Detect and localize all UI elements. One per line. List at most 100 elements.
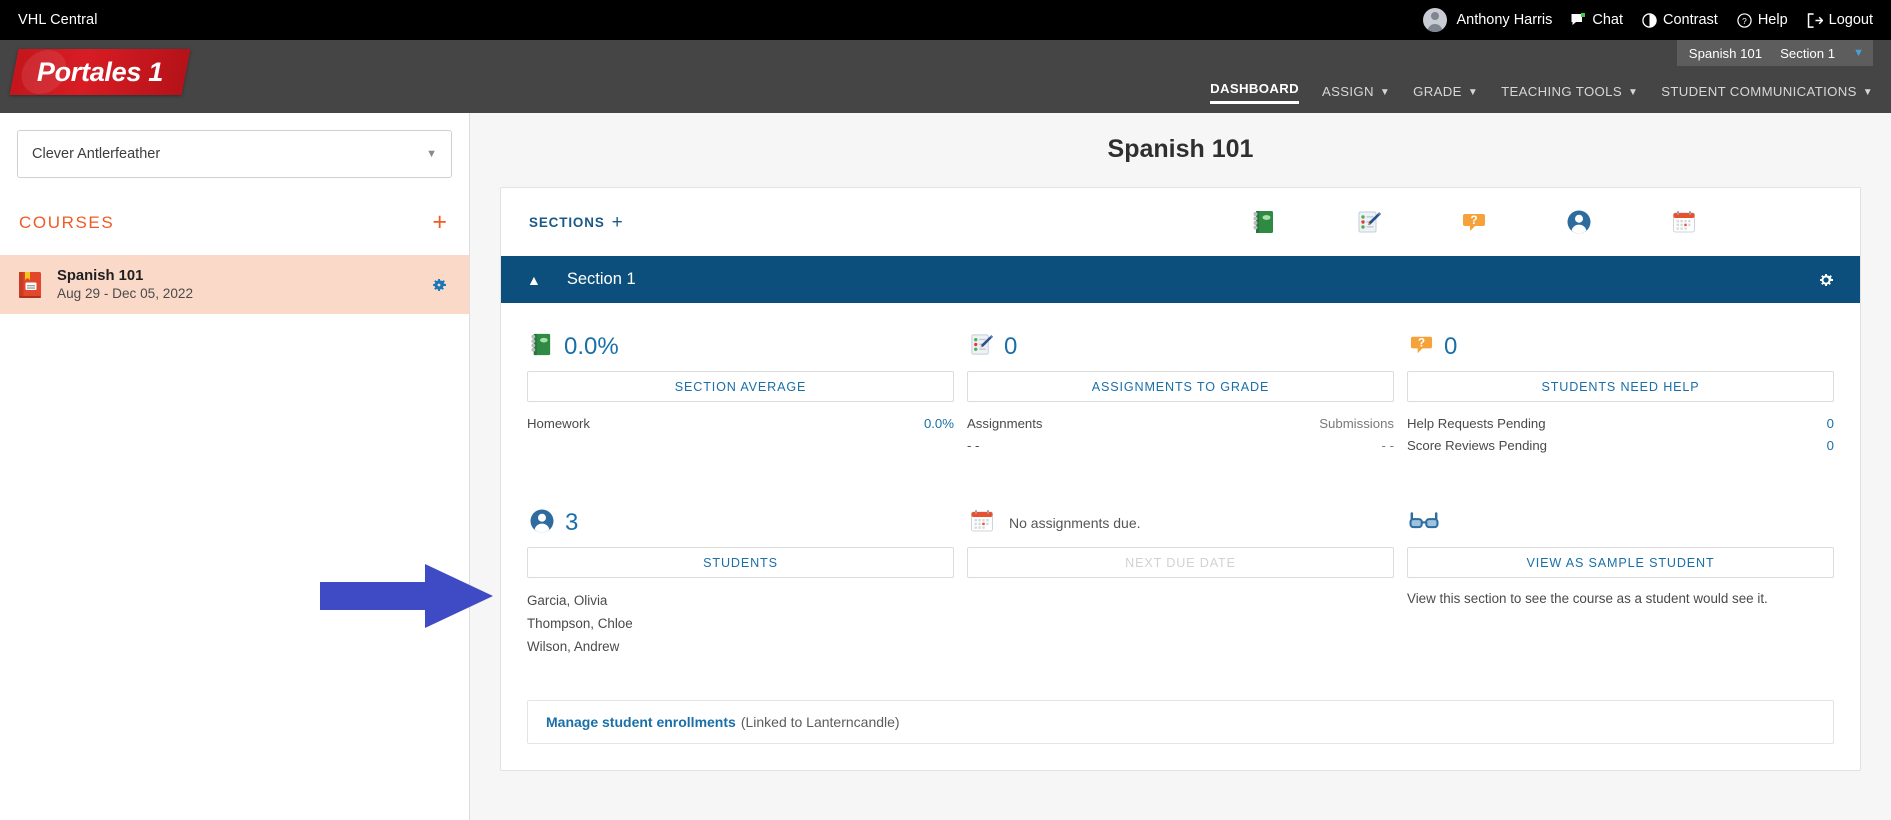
stats-row-1: 0.0% SECTION AVERAGE Homework 0.0% 0 ASS… [527, 323, 1834, 457]
logo-text: Portales 1 [36, 56, 164, 87]
contrast-label: Contrast [1663, 12, 1718, 28]
portales-logo[interactable]: Portales 1 [9, 49, 191, 95]
list-item: Thompson, Chloe [527, 616, 633, 631]
row-value: - - [1381, 438, 1394, 453]
picker-section: Section 1 [1780, 45, 1836, 61]
stat-section-average-top: 0.0% [527, 323, 954, 371]
section-average-button[interactable]: SECTION AVERAGE [527, 371, 954, 402]
chevron-up-icon[interactable]: ▲ [527, 273, 541, 287]
chevron-down-icon: ▼ [1628, 86, 1639, 98]
stat-section-average: 0.0% SECTION AVERAGE Homework 0.0% [527, 323, 954, 457]
row-value: 0 [1826, 438, 1834, 453]
top-utility-bar: VHL Central Anthony Harris Chat Contrast… [0, 0, 1891, 40]
table-row: - - - - [967, 435, 1394, 457]
stat-sample-student-top [1407, 499, 1834, 547]
school-select-value: Clever Antlerfeather [32, 146, 161, 162]
gradebook-icon [529, 332, 554, 362]
add-course-button[interactable]: + [432, 210, 447, 235]
svg-text:?: ? [1470, 213, 1477, 227]
user-name: Anthony Harris [1456, 12, 1553, 28]
chevron-down-icon: ▼ [1853, 47, 1864, 59]
students-icon[interactable] [1566, 209, 1592, 235]
nav-assign[interactable]: ASSIGN ▼ [1322, 84, 1390, 104]
list-item: Wilson, Andrew [527, 639, 620, 654]
main-navigation: DASHBOARD ASSIGN ▼ GRADE ▼ TEACHING TOOL… [1210, 81, 1873, 104]
chat-button[interactable]: Chat [1571, 12, 1623, 28]
sample-student-description: View this section to see the course as a… [1407, 591, 1768, 606]
manage-student-enrollments-link[interactable]: Manage student enrollments [546, 714, 736, 730]
row-label: Help Requests Pending [1407, 416, 1546, 431]
nav-grade[interactable]: GRADE ▼ [1413, 84, 1478, 104]
next-due-date-button: NEXT DUE DATE [967, 547, 1394, 578]
nav-student-communications[interactable]: STUDENT COMMUNICATIONS ▼ [1661, 84, 1873, 104]
stat-help-top: ? 0 [1407, 323, 1834, 371]
chat-label: Chat [1592, 12, 1623, 28]
avatar [1423, 8, 1448, 32]
row-label: Score Reviews Pending [1407, 438, 1548, 453]
calendar-icon [969, 508, 995, 539]
help-icon: ? [1737, 12, 1752, 28]
logout-button[interactable]: Logout [1807, 12, 1873, 28]
vhl-central-brand[interactable]: VHL Central [18, 12, 98, 28]
section-settings-gear-icon[interactable] [1818, 272, 1834, 288]
nav-student-communications-label: STUDENT COMMUNICATIONS [1661, 84, 1857, 99]
view-as-sample-student-button[interactable]: VIEW AS SAMPLE STUDENT [1407, 547, 1834, 578]
section-1-header: ▲ Section 1 [501, 256, 1860, 303]
stats-row-2: 3 STUDENTS Garcia, Olivia Thompson, Chlo… [527, 499, 1834, 658]
page-layout: Clever Antlerfeather ▼ COURSES + Spanish… [0, 113, 1891, 820]
nav-grade-label: GRADE [1413, 84, 1462, 99]
svg-text:?: ? [1418, 337, 1425, 349]
assignments-icon[interactable] [1356, 209, 1382, 235]
table-row: Assignments Submissions [967, 413, 1394, 435]
sections-panel: SECTIONS + ? ▲ Section 1 0.0% SECTION AV… [500, 187, 1861, 771]
nav-assign-label: ASSIGN [1321, 84, 1374, 99]
section-title: Section 1 [566, 270, 636, 288]
gradebook-icon[interactable] [1251, 209, 1277, 235]
course-dates: Aug 29 - Dec 05, 2022 [57, 286, 194, 301]
chevron-down-icon: ▼ [426, 148, 437, 160]
table-row: Homework 0.0% [527, 413, 954, 435]
nav-teaching-tools-label: TEACHING TOOLS [1501, 84, 1622, 99]
chevron-down-icon: ▼ [1467, 86, 1479, 98]
help-details: Help Requests Pending 0 Score Reviews Pe… [1407, 413, 1834, 457]
row-label: Assignments [967, 416, 1043, 431]
sections-bar: SECTIONS + ? [501, 188, 1860, 256]
course-section-picker[interactable]: Spanish 101 Section 1 ▼ [1676, 40, 1873, 66]
enrollment-linked-label: (Linked to Lanterncandle) [740, 714, 900, 730]
students-need-help-value: 0 [1444, 333, 1458, 360]
nav-dashboard-label: DASHBOARD [1210, 81, 1299, 96]
glasses-icon [1409, 510, 1439, 537]
main-content: Spanish 101 SECTIONS + ? ▲ Section 1 0.0… [470, 113, 1891, 820]
row-label: - - [967, 438, 980, 453]
calendar-icon[interactable] [1671, 209, 1697, 235]
help-button[interactable]: ? Help [1737, 12, 1788, 28]
picker-course: Spanish 101 [1688, 45, 1763, 61]
section-1-body: 0.0% SECTION AVERAGE Homework 0.0% 0 ASS… [501, 303, 1860, 770]
table-row: Help Requests Pending 0 [1407, 413, 1834, 435]
section-average-value: 0.0% [564, 333, 619, 360]
help-label: Help [1757, 12, 1788, 28]
sections-add-button[interactable]: SECTIONS + [529, 213, 624, 232]
row-label: Homework [527, 416, 591, 431]
stat-next-due-date: No assignments due. NEXT DUE DATE [967, 499, 1394, 658]
no-assignments-due-note: No assignments due. [1009, 515, 1141, 531]
nav-dashboard[interactable]: DASHBOARD [1210, 81, 1299, 104]
user-account[interactable]: Anthony Harris [1423, 8, 1552, 32]
stat-due-date-top: No assignments due. [967, 499, 1394, 547]
courses-title: COURSES [19, 212, 115, 232]
contrast-button[interactable]: Contrast [1642, 12, 1718, 28]
section-average-details: Homework 0.0% [527, 413, 954, 435]
students-need-help-button[interactable]: STUDENTS NEED HELP [1407, 371, 1834, 402]
school-select[interactable]: Clever Antlerfeather ▼ [17, 130, 452, 178]
row-value: 0 [1826, 416, 1834, 431]
stat-assignments-top: 0 [967, 323, 1394, 371]
nav-teaching-tools[interactable]: TEACHING TOOLS ▼ [1501, 84, 1638, 104]
course-settings-gear-icon[interactable] [431, 277, 447, 293]
students-button[interactable]: STUDENTS [527, 547, 954, 578]
sidebar-course-spanish-101[interactable]: Spanish 101 Aug 29 - Dec 05, 2022 [0, 255, 469, 314]
assignments-to-grade-value: 0 [1004, 333, 1018, 360]
course-text: Spanish 101 Aug 29 - Dec 05, 2022 [57, 268, 193, 301]
assignments-to-grade-button[interactable]: ASSIGNMENTS TO GRADE [967, 371, 1394, 402]
help-requests-icon[interactable]: ? [1461, 209, 1487, 235]
stat-students: 3 STUDENTS Garcia, Olivia Thompson, Chlo… [527, 499, 954, 658]
